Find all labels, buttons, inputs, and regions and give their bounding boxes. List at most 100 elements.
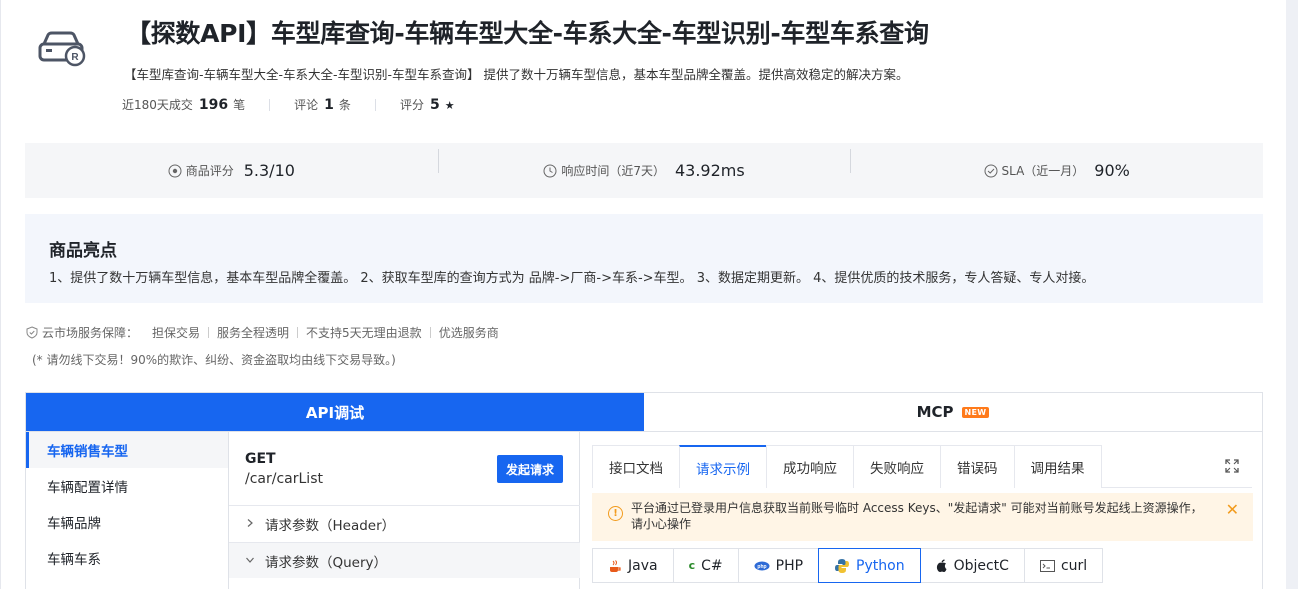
deals-value: 196 bbox=[198, 97, 229, 113]
guarantee-item: 优选服务商 bbox=[438, 326, 499, 340]
tab-api-doc[interactable]: 接口文档 bbox=[592, 445, 680, 488]
java-icon bbox=[608, 559, 622, 573]
lang-label: Python bbox=[856, 557, 905, 574]
response-label: 响应时间（近7天） bbox=[561, 164, 665, 178]
lang-python[interactable]: Python bbox=[818, 548, 921, 583]
reviews-value: 1 bbox=[324, 97, 334, 113]
close-icon[interactable]: ✕ bbox=[1226, 502, 1239, 518]
terminal-icon bbox=[1039, 559, 1055, 572]
new-badge: NEW bbox=[961, 406, 990, 418]
request-example-panel: 接口文档 请求示例 成功响应 失败响应 错误码 调用结果 ! 平台通过已登录用户… bbox=[580, 432, 1263, 589]
notice-text: 平台通过已登录用户信息获取当前账号临时 Access Keys、"发起请求" 可… bbox=[631, 501, 1203, 531]
sidebar-item-series[interactable]: 车辆车系 bbox=[26, 540, 228, 576]
tab-error-codes[interactable]: 错误码 bbox=[940, 445, 1015, 488]
offline-trade-warning: (* 请勿线下交易！90%的欺诈、纠纷、资金盗取均由线下交易导致。) bbox=[32, 353, 396, 367]
vertical-scrollbar[interactable] bbox=[1286, 0, 1298, 589]
http-method: GET bbox=[245, 451, 276, 467]
lang-label: PHP bbox=[775, 557, 804, 574]
product-title: 【探数API】车型库查询-车辆车型大全-车系大全-车型识别-车型车系查询 bbox=[126, 19, 929, 48]
guarantee-item: 担保交易 bbox=[152, 326, 201, 340]
score-label: 商品评分 bbox=[185, 164, 234, 178]
deals-stat: 近180天成交 196 笔 bbox=[122, 96, 294, 113]
info-icon: ! bbox=[608, 506, 623, 521]
svg-text:R: R bbox=[71, 52, 79, 63]
deals-label: 近180天成交 bbox=[122, 98, 193, 112]
car-logo-icon: R bbox=[38, 31, 86, 67]
metric-score: 商品评分 5.3/10 bbox=[25, 161, 438, 180]
send-request-button[interactable]: 发起请求 bbox=[497, 455, 563, 483]
clock-icon bbox=[543, 164, 557, 177]
lang-objectc[interactable]: ObjectC bbox=[919, 548, 1025, 583]
left-border bbox=[0, 0, 1, 589]
lang-label: ObjectC bbox=[953, 557, 1009, 574]
python-icon bbox=[834, 558, 850, 574]
product-stats: 近180天成交 196 笔 评论 1 条 评分 5 ★ bbox=[122, 96, 455, 113]
star-icon: ★ bbox=[444, 99, 455, 112]
stat-divider bbox=[374, 98, 376, 111]
response-value: 43.92ms bbox=[674, 161, 745, 180]
guarantee-item: 服务全程透明 bbox=[217, 326, 290, 340]
lang-label: curl bbox=[1060, 557, 1088, 574]
endpoint-panel: GET /car/carList 发起请求 请求参数（Header） 请求参数（… bbox=[228, 432, 580, 589]
header-params-label: 请求参数（Header） bbox=[265, 517, 396, 534]
tab-api-debug[interactable]: API调试 bbox=[26, 393, 644, 431]
reviews-unit: 条 bbox=[338, 98, 351, 112]
doc-tabs: 接口文档 请求示例 成功响应 失败响应 错误码 调用结果 bbox=[592, 445, 1252, 488]
tab-request-example[interactable]: 请求示例 bbox=[679, 445, 767, 488]
shield-icon bbox=[26, 326, 38, 339]
rating-value: 5 bbox=[429, 97, 440, 113]
svg-text:php: php bbox=[757, 564, 766, 570]
score-value: 5.3/10 bbox=[243, 161, 295, 180]
chevron-down-icon bbox=[245, 554, 265, 568]
rating-stat: 评分 5 ★ bbox=[400, 96, 455, 113]
metric-sla: SLA（近一月） 90% bbox=[850, 149, 1263, 180]
tab-mcp-label: MCP bbox=[916, 403, 954, 421]
query-params-label: 请求参数（Query） bbox=[265, 554, 388, 571]
metrics-bar: 商品评分 5.3/10 响应时间（近7天） 43.92ms SLA（近一月） 9… bbox=[25, 143, 1263, 198]
divider bbox=[208, 327, 210, 338]
check-circle-icon bbox=[984, 164, 997, 177]
deals-unit: 笔 bbox=[233, 98, 246, 112]
sidebar-item-sales-models[interactable]: 车辆销售车型 bbox=[26, 432, 228, 468]
guarantee-label: 云市场服务保障： bbox=[42, 326, 139, 340]
api-tabs: API调试 MCP NEW bbox=[25, 392, 1263, 432]
divider bbox=[429, 327, 431, 338]
metric-response: 响应时间（近7天） 43.92ms bbox=[437, 149, 851, 180]
score-icon bbox=[168, 164, 182, 177]
endpoint-path: /car/carList bbox=[245, 471, 323, 487]
rating-label: 评分 bbox=[399, 98, 424, 112]
highlights-panel: 商品亮点 1、提供了数十万辆车型信息，基本车型品牌全覆盖。 2、获取车型库的查询… bbox=[25, 214, 1263, 303]
lang-java[interactable]: Java bbox=[592, 548, 674, 583]
language-tabs: Java c C# php PHP Python ObjectC curl bbox=[592, 548, 1104, 583]
tab-success-response[interactable]: 成功响应 bbox=[766, 445, 854, 488]
sidebar-item-brands[interactable]: 车辆品牌 bbox=[26, 504, 228, 540]
query-params-accordion[interactable]: 请求参数（Query） bbox=[229, 542, 580, 578]
highlights-title: 商品亮点 bbox=[49, 241, 117, 261]
apple-icon bbox=[936, 558, 948, 573]
tab-failure-response[interactable]: 失败响应 bbox=[853, 445, 941, 488]
tab-call-results[interactable]: 调用结果 bbox=[1013, 445, 1102, 488]
lang-curl[interactable]: curl bbox=[1023, 548, 1104, 583]
php-icon: php bbox=[754, 561, 770, 571]
stat-divider bbox=[269, 98, 271, 111]
lang-csharp[interactable]: c C# bbox=[672, 548, 739, 583]
lang-label: C# bbox=[701, 557, 723, 574]
reviews-stat[interactable]: 评论 1 条 bbox=[294, 96, 400, 113]
product-description: 【车型库查询-车辆车型大全-车系大全-车型识别-车型车系查询】 提供了数十万辆车… bbox=[124, 67, 909, 82]
tab-mcp[interactable]: MCP NEW bbox=[644, 393, 1262, 431]
lang-php[interactable]: php PHP bbox=[737, 548, 820, 583]
sla-value: 90% bbox=[1094, 161, 1130, 180]
highlights-text: 1、提供了数十万辆车型信息，基本车型品牌全覆盖。 2、获取车型库的查询方式为 品… bbox=[49, 271, 1095, 286]
sla-label: SLA（近一月） bbox=[1001, 164, 1085, 178]
api-sidebar: 车辆销售车型 车辆配置详情 车辆品牌 车辆车系 bbox=[25, 432, 228, 589]
guarantee-item: 不支持5天无理由退款 bbox=[306, 326, 422, 340]
access-keys-notice: ! 平台通过已登录用户信息获取当前账号临时 Access Keys、"发起请求"… bbox=[592, 493, 1253, 541]
header-params-accordion[interactable]: 请求参数（Header） bbox=[229, 505, 580, 541]
fullscreen-icon[interactable] bbox=[1224, 458, 1240, 474]
reviews-label: 评论 bbox=[294, 98, 319, 112]
chevron-right-icon bbox=[245, 517, 265, 531]
sidebar-item-config-details[interactable]: 车辆配置详情 bbox=[26, 468, 228, 504]
divider bbox=[297, 327, 299, 338]
csharp-icon: c bbox=[688, 559, 696, 572]
product-page: R 【探数API】车型库查询-车辆车型大全-车系大全-车型识别-车型车系查询 【… bbox=[0, 0, 1286, 589]
